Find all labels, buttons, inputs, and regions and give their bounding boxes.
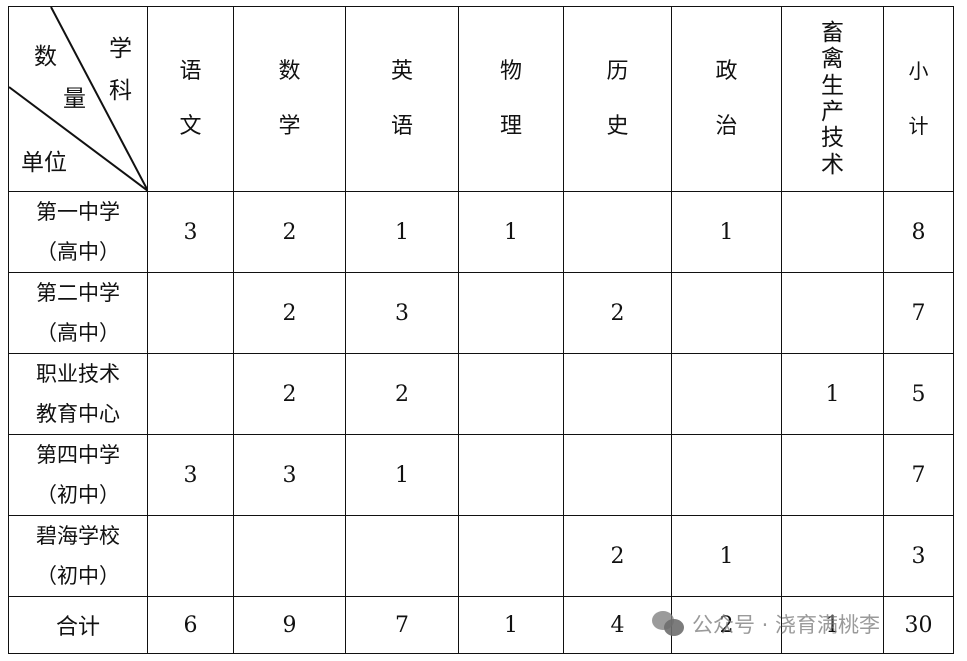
value-cell: [458, 272, 564, 354]
value-cell: [147, 515, 234, 597]
unit-type: （初中）: [36, 483, 120, 507]
value-cell: [781, 434, 884, 516]
unit-type: （初中）: [36, 564, 120, 588]
subject-header: 数学: [233, 6, 346, 192]
table-row: 第一中学 （高中） 3 2 1 1 1 8: [8, 191, 954, 273]
table-row: 第四中学 （初中） 3 3 1 7: [8, 434, 954, 516]
unit-cell: 职业技术 教育中心: [8, 353, 148, 435]
total-cell: 6: [147, 596, 234, 654]
value-cell: 2: [563, 272, 672, 354]
unit-type: 教育中心: [36, 402, 120, 426]
table-row: 第二中学 （高中） 2 3 2 7: [8, 272, 954, 354]
subject-label-2: 科: [109, 78, 132, 104]
unit-type: （高中）: [36, 240, 120, 264]
value-cell: [781, 191, 884, 273]
unit-type: （高中）: [36, 321, 120, 345]
value-cell: 1: [345, 191, 459, 273]
subject-header: 历史: [563, 6, 672, 192]
unit-cell: 第四中学 （初中）: [8, 434, 148, 516]
unit-cell: 第二中学 （高中）: [8, 272, 148, 354]
total-cell: 1: [458, 596, 564, 654]
value-cell: 1: [671, 191, 782, 273]
unit-cell: 第一中学 （高中）: [8, 191, 148, 273]
subject-header: 畜禽生产技术: [781, 6, 884, 192]
subtotal-cell: 7: [883, 272, 954, 354]
quantity-label-1: 数: [34, 44, 57, 70]
value-cell: [233, 515, 346, 597]
value-cell: [671, 353, 782, 435]
total-cell: 7: [345, 596, 459, 654]
value-cell: [781, 515, 884, 597]
table-row: 职业技术教育中心 2 2 1 5: [8, 353, 954, 435]
unit-name: 碧海学校: [36, 524, 120, 548]
value-cell: [458, 515, 564, 597]
value-cell: [458, 353, 564, 435]
unit-name: 第四中学: [36, 443, 120, 467]
unit-name: 第一中学: [36, 200, 120, 224]
corner-header-cell: 学 科 数 量 单位: [8, 6, 148, 192]
unit-name: 第二中学: [36, 281, 120, 305]
subtotal-cell: 3: [883, 515, 954, 597]
subject-header: 语文: [147, 6, 234, 192]
value-cell: [671, 272, 782, 354]
subtotal-cell: 7: [883, 434, 954, 516]
subject-header: 英语: [345, 6, 459, 192]
value-cell: 1: [781, 353, 884, 435]
value-cell: [671, 434, 782, 516]
value-cell: 2: [563, 515, 672, 597]
value-cell: 1: [458, 191, 564, 273]
value-cell: 3: [147, 434, 234, 516]
table-row: 碧海学校 （初中） 2 1 3: [8, 515, 954, 597]
value-cell: [563, 191, 672, 273]
unit-name: 职业技术: [36, 362, 120, 386]
value-cell: [345, 515, 459, 597]
subtotal-header: 小计: [883, 6, 954, 192]
value-cell: [563, 353, 672, 435]
value-cell: 2: [233, 353, 346, 435]
value-cell: 3: [345, 272, 459, 354]
subject-header: 政治: [671, 6, 782, 192]
total-cell: 9: [233, 596, 346, 654]
subtotal-cell: 8: [883, 191, 954, 273]
value-cell: [458, 434, 564, 516]
watermark: 公众号 · 浇育满桃李: [652, 609, 880, 639]
total-label: 合计: [8, 596, 148, 654]
header-row: 学 科 数 量 单位 语文 数学 英语 物理 历史 政治 畜禽生产技术 小计: [8, 6, 954, 192]
value-cell: 2: [345, 353, 459, 435]
unit-label: 单位: [21, 150, 67, 176]
subject-header: 物理: [458, 6, 564, 192]
watermark-text: 公众号 · 浇育满桃李: [692, 613, 881, 637]
allocation-table: 学 科 数 量 单位 语文 数学 英语 物理 历史 政治 畜禽生产技术 小计 第…: [8, 6, 954, 654]
value-cell: 3: [233, 434, 346, 516]
value-cell: 3: [147, 191, 234, 273]
value-cell: [147, 353, 234, 435]
quantity-label-2: 量: [63, 86, 86, 112]
value-cell: 2: [233, 191, 346, 273]
unit-cell: 碧海学校 （初中）: [8, 515, 148, 597]
value-cell: 2: [233, 272, 346, 354]
value-cell: [563, 434, 672, 516]
value-cell: [781, 272, 884, 354]
value-cell: 1: [345, 434, 459, 516]
grand-total-cell: 30: [883, 596, 954, 654]
value-cell: [147, 272, 234, 354]
value-cell: 1: [671, 515, 782, 597]
subject-label-1: 学: [109, 36, 132, 62]
wechat-icon: [652, 611, 686, 637]
subtotal-cell: 5: [883, 353, 954, 435]
